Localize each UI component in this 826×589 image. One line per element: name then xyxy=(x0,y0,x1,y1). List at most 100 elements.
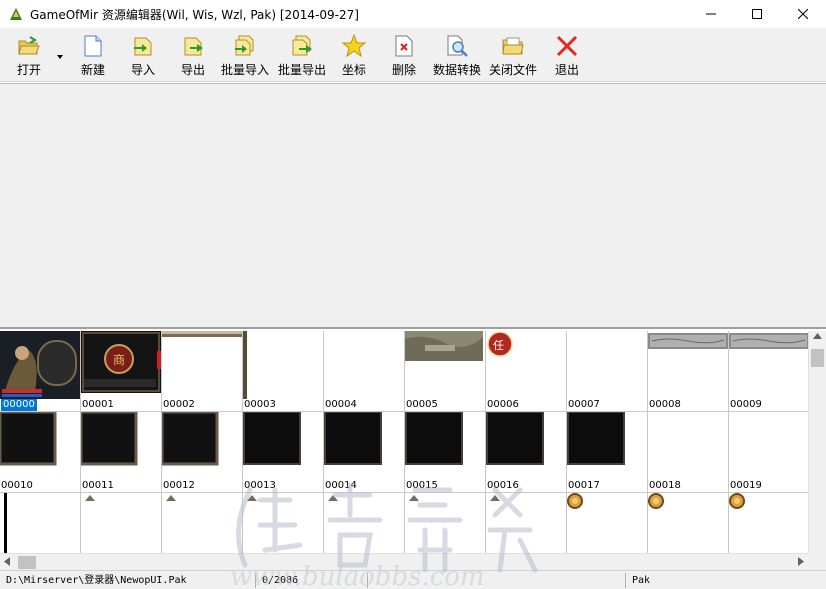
thumbnail-image xyxy=(243,412,301,465)
toolbar: 打开 新建 导入 导出 批量导入 批量导出 坐标 删除 数据转换 关闭文件 退出 xyxy=(0,28,826,82)
thumbnail-image xyxy=(405,412,463,465)
toolbar-batch-export-button[interactable]: 批量导出 xyxy=(274,34,330,78)
toolbar-export-button[interactable]: 导出 xyxy=(165,34,221,78)
thumbnail-cell[interactable]: 00011 xyxy=(81,412,162,493)
thumbnail-label: 00008 xyxy=(649,399,681,410)
horizontal-scroll-thumb[interactable] xyxy=(18,556,36,569)
thumbnail-cell[interactable]: 00014 xyxy=(324,412,405,493)
thumbnail-cell[interactable] xyxy=(324,493,405,553)
thumbnail-cell[interactable]: 00016 xyxy=(486,412,567,493)
thumbnail-cell[interactable]: 00007 xyxy=(567,331,648,412)
toolbar-import-label: 导入 xyxy=(130,63,155,77)
thumbnail-label: 00018 xyxy=(649,480,681,491)
thumbnail-image xyxy=(648,333,728,349)
exit-icon xyxy=(555,34,579,58)
toolbar-batch-import-button[interactable]: 批量导入 xyxy=(217,34,273,78)
thumbnail-cell[interactable] xyxy=(729,493,808,553)
thumbnail-image xyxy=(405,331,483,361)
thumbnail-cell[interactable] xyxy=(567,493,648,553)
thumbnail-image xyxy=(567,412,625,465)
status-bar: D:\Mirserver\登录器\NewopUI.Pak 0/2086 Pak xyxy=(0,570,826,589)
toolbar-import-button[interactable]: 导入 xyxy=(115,34,171,78)
thumbnail-cell[interactable] xyxy=(162,493,243,553)
thumbnail-label: 00010 xyxy=(1,480,33,491)
thumbnail-cell[interactable] xyxy=(648,493,729,553)
status-file-path: D:\Mirserver\登录器\NewopUI.Pak xyxy=(2,573,256,588)
thumbnail-image xyxy=(243,331,247,399)
thumbnail-cell[interactable] xyxy=(405,493,486,553)
image-preview-area[interactable] xyxy=(0,83,826,329)
thumbnail-image xyxy=(324,412,382,465)
thumbnail-label: 00001 xyxy=(82,399,114,410)
thumbnail-label: 00017 xyxy=(568,480,600,491)
thumbnail-image xyxy=(81,412,138,466)
thumbnail-label: 00002 xyxy=(163,399,195,410)
batch-import-icon xyxy=(233,34,257,58)
toolbar-coordinate-label: 坐标 xyxy=(341,63,366,77)
thumbnail-label: 00009 xyxy=(730,399,762,410)
thumbnail-label: 00000 xyxy=(1,399,37,411)
thumbnail-image xyxy=(486,412,544,465)
thumbnail-cell[interactable]: 00013 xyxy=(243,412,324,493)
thumbnail-image xyxy=(409,495,419,501)
toolbar-convert-button[interactable]: 数据转换 xyxy=(429,34,485,78)
vertical-scroll-thumb[interactable] xyxy=(811,349,824,367)
toolbar-coordinate-button[interactable]: 坐标 xyxy=(326,34,382,78)
scroll-right-icon[interactable] xyxy=(798,557,804,566)
thumbnail-image xyxy=(567,331,647,399)
thumbnail-cell[interactable] xyxy=(486,493,567,553)
thumbnail-cell[interactable]: 00008 xyxy=(648,331,729,412)
thumbnail-cell[interactable]: 00005 xyxy=(405,331,486,412)
toolbar-delete-button[interactable]: 删除 xyxy=(376,34,432,78)
thumbnail-label: 00014 xyxy=(325,480,357,491)
thumbnail-image xyxy=(648,412,728,480)
toolbar-batch-import-label: 批量导入 xyxy=(220,63,269,77)
status-file-type: Pak xyxy=(632,575,651,586)
toolbar-new-button[interactable]: 新建 xyxy=(65,34,121,78)
toolbar-close-file-button[interactable]: 关闭文件 xyxy=(485,34,541,78)
thumbnail-cell[interactable]: 商 00001 xyxy=(81,331,162,412)
scroll-up-icon[interactable] xyxy=(813,333,822,339)
thumbnail-cell[interactable]: 00004 xyxy=(324,331,405,412)
thumbnail-cell[interactable] xyxy=(0,493,81,553)
toolbar-open-label: 打开 xyxy=(16,63,41,77)
thumbnail-cell[interactable] xyxy=(81,493,162,553)
open-dropdown-icon[interactable] xyxy=(56,54,64,60)
thumbnail-cell[interactable]: 00002 xyxy=(162,331,243,412)
thumbnail-image xyxy=(0,331,80,399)
thumbnail-image xyxy=(729,493,745,509)
thumbnail-cell[interactable]: 00012 xyxy=(162,412,243,493)
thumbnail-cell[interactable]: 任 00006 xyxy=(486,331,567,412)
open-folder-icon xyxy=(17,34,41,58)
thumbnail-grid[interactable]: 00000 商 00001 00002 00003 00004 00005 任 00006 000… xyxy=(0,331,808,553)
toolbar-export-label: 导出 xyxy=(180,63,205,77)
thumbnail-cell[interactable]: 00018 xyxy=(648,412,729,493)
thumbnail-cell[interactable]: 00015 xyxy=(405,412,486,493)
toolbar-new-label: 新建 xyxy=(80,63,105,77)
scroll-left-icon[interactable] xyxy=(4,557,10,566)
thumbnail-cell[interactable]: 00000 xyxy=(0,331,81,412)
new-file-icon xyxy=(81,34,105,58)
thumbnail-cell[interactable] xyxy=(243,493,324,553)
thumbnail-cell[interactable]: 00003 xyxy=(243,331,324,412)
thumbnail-cell[interactable]: 00010 xyxy=(0,412,81,493)
toolbar-open-button[interactable]: 打开 xyxy=(1,34,57,78)
thumbnail-label: 00006 xyxy=(487,399,519,410)
status-image-count: 0/2086 xyxy=(258,573,368,588)
thumbnail-cell[interactable]: 00017 xyxy=(567,412,648,493)
vertical-scrollbar[interactable] xyxy=(808,331,826,553)
thumbnail-label: 00011 xyxy=(82,480,114,491)
toolbar-convert-label: 数据转换 xyxy=(432,63,481,77)
maximize-button[interactable] xyxy=(734,0,780,28)
title-bar: GameOfMir 资源编辑器(Wil, Wis, Wzl, Pak) [201… xyxy=(0,0,826,28)
thumbnail-cell[interactable]: 00009 xyxy=(729,331,808,412)
thumbnail-image: 商 xyxy=(81,331,161,393)
close-button[interactable] xyxy=(780,0,826,28)
thumbnail-image xyxy=(648,493,664,509)
minimize-button[interactable] xyxy=(688,0,734,28)
thumbnail-label: 00015 xyxy=(406,480,438,491)
horizontal-scrollbar[interactable] xyxy=(0,553,808,570)
thumbnail-cell[interactable]: 00019 xyxy=(729,412,808,493)
batch-export-icon xyxy=(290,34,314,58)
toolbar-exit-button[interactable]: 退出 xyxy=(539,34,595,78)
